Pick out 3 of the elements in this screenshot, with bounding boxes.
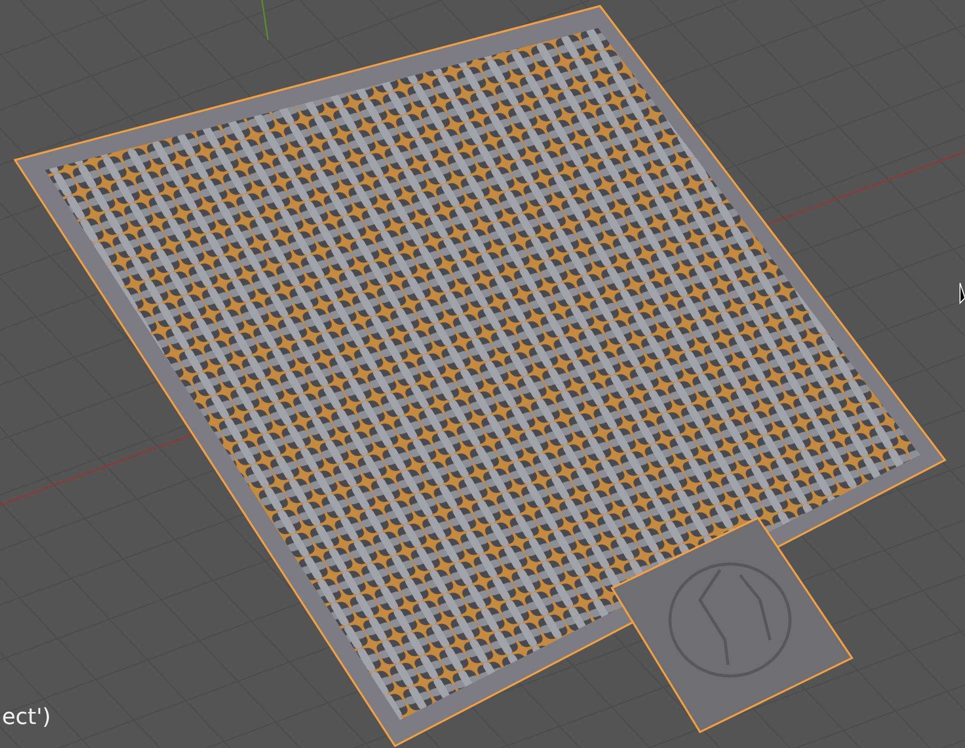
y-axis-line (261, 0, 269, 40)
status-text: ect') (1, 706, 51, 730)
mouse-cursor-icon (960, 282, 965, 304)
